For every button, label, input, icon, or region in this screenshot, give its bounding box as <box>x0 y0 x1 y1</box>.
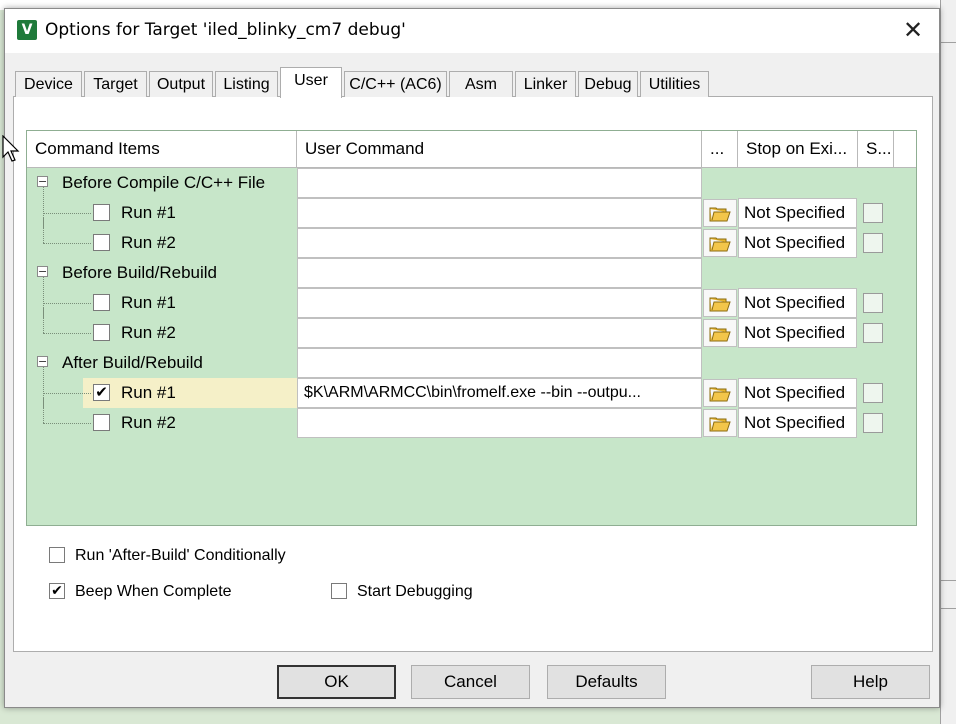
tab-utilities[interactable]: Utilities <box>640 71 709 97</box>
s-checkbox[interactable] <box>863 323 883 343</box>
collapse-icon[interactable]: − <box>37 266 48 277</box>
header-browse[interactable]: ... <box>702 131 738 167</box>
collapse-icon[interactable]: − <box>37 176 48 187</box>
command-item-row: Run #2 Not Specified <box>27 217 916 258</box>
collapse-icon[interactable]: − <box>37 356 48 367</box>
mouse-cursor-icon <box>2 135 20 162</box>
header-s[interactable]: S... <box>858 131 894 167</box>
header-user-command[interactable]: User Command <box>297 131 702 167</box>
group-row: − Before Build/Rebuild <box>27 258 916 288</box>
tab-debug[interactable]: Debug <box>578 71 638 97</box>
stop-on-exit-select[interactable]: Not Specified <box>738 318 857 348</box>
title-bar: V Options for Target 'iled_blinky_cm7 de… <box>5 9 939 53</box>
group-row: − Before Compile C/C++ File <box>27 168 916 198</box>
tab-linker[interactable]: Linker <box>515 71 576 97</box>
row-highlight <box>83 378 297 408</box>
beep-label: Beep When Complete <box>75 583 232 600</box>
command-item-row: Run #2 Not Specified <box>27 307 916 348</box>
folder-open-icon <box>709 327 731 342</box>
run-label: Run #1 <box>121 293 176 312</box>
tab-user[interactable]: User <box>280 67 342 98</box>
run-checkbox[interactable] <box>93 204 110 221</box>
run-label: Run #2 <box>121 323 176 342</box>
user-command-input[interactable] <box>297 198 702 228</box>
run-after-build-label: Run 'After-Build' Conditionally <box>75 547 286 564</box>
stop-on-exit-select[interactable]: Not Specified <box>738 288 857 318</box>
browse-button[interactable] <box>703 409 737 437</box>
browse-button[interactable] <box>703 379 737 407</box>
group-label: Before Build/Rebuild <box>62 263 217 282</box>
header-command-items[interactable]: Command Items <box>27 131 297 167</box>
s-checkbox[interactable] <box>863 413 883 433</box>
user-command-input[interactable] <box>297 318 702 348</box>
start-debugging-label: Start Debugging <box>357 583 473 600</box>
tab-output[interactable]: Output <box>149 71 213 97</box>
run-after-build-checkbox[interactable] <box>49 547 65 563</box>
user-command-input[interactable] <box>297 288 702 318</box>
tab-device[interactable]: Device <box>15 71 82 97</box>
group-command-cell <box>297 348 702 378</box>
browse-button[interactable] <box>703 319 737 347</box>
defaults-button[interactable]: Defaults <box>547 665 666 699</box>
browse-button[interactable] <box>703 289 737 317</box>
beep-checkbox[interactable]: ✔ <box>49 583 65 599</box>
ok-button[interactable]: OK <box>277 665 396 699</box>
run-label: Run #1 <box>121 203 176 222</box>
folder-open-icon <box>709 297 731 312</box>
browse-button[interactable] <box>703 199 737 227</box>
group-command-cell <box>297 168 702 198</box>
header-stop-on-exit[interactable]: Stop on Exi... <box>738 131 858 167</box>
user-command-input[interactable] <box>297 228 702 258</box>
start-debugging-checkbox[interactable] <box>331 583 347 599</box>
run-checkbox[interactable] <box>93 234 110 251</box>
s-checkbox[interactable] <box>863 203 883 223</box>
group-command-cell <box>297 258 702 288</box>
cancel-button[interactable]: Cancel <box>411 665 530 699</box>
tab-asm[interactable]: Asm <box>449 71 513 97</box>
run-label: Run #2 <box>121 413 176 432</box>
user-command-input[interactable] <box>297 408 702 438</box>
s-checkbox[interactable] <box>863 293 883 313</box>
command-item-row: Run #1 Not Specified <box>27 277 916 318</box>
command-item-row: Run #1 Not Specified <box>27 187 916 228</box>
folder-open-icon <box>709 387 731 402</box>
tab-listing[interactable]: Listing <box>215 71 278 97</box>
help-button[interactable]: Help <box>811 665 930 699</box>
user-command-grid: Command Items User Command ... Stop on E… <box>26 130 917 526</box>
stop-on-exit-select[interactable]: Not Specified <box>738 198 857 228</box>
keil-app-icon: V <box>17 20 37 40</box>
run-checkbox[interactable] <box>93 294 110 311</box>
folder-open-icon <box>709 237 731 252</box>
run-checkbox[interactable]: ✔ <box>93 384 110 401</box>
group-label: Before Compile C/C++ File <box>62 173 266 192</box>
background-window-edge <box>940 0 956 724</box>
group-row: − After Build/Rebuild <box>27 348 916 378</box>
command-item-row: Run #2 Not Specified <box>27 397 916 438</box>
command-item-row: ✔ Run #1 $K\ARM\ARMCC\bin\fromelf.exe --bi… <box>27 367 916 408</box>
grid-header: Command Items User Command ... Stop on E… <box>27 131 916 168</box>
close-icon[interactable]: ✕ <box>899 17 927 45</box>
run-label: Run #2 <box>121 233 176 252</box>
options-dialog: V Options for Target 'iled_blinky_cm7 de… <box>4 8 940 708</box>
tab-cpp-ac6[interactable]: C/C++ (AC6) <box>344 71 447 97</box>
s-checkbox[interactable] <box>863 383 883 403</box>
browse-button[interactable] <box>703 229 737 257</box>
tab-target[interactable]: Target <box>84 71 147 97</box>
stop-on-exit-select[interactable]: Not Specified <box>738 228 857 258</box>
user-command-input[interactable]: $K\ARM\ARMCC\bin\fromelf.exe --bin --out… <box>297 378 702 408</box>
folder-open-icon <box>709 417 731 432</box>
dialog-title: Options for Target 'iled_blinky_cm7 debu… <box>45 20 406 40</box>
stop-on-exit-select[interactable]: Not Specified <box>738 408 857 438</box>
run-checkbox[interactable] <box>93 324 110 341</box>
group-label: After Build/Rebuild <box>62 353 203 372</box>
folder-open-icon <box>709 207 731 222</box>
run-checkbox[interactable] <box>93 414 110 431</box>
s-checkbox[interactable] <box>863 233 883 253</box>
run-label: Run #1 <box>121 383 176 402</box>
stop-on-exit-select[interactable]: Not Specified <box>738 378 857 408</box>
